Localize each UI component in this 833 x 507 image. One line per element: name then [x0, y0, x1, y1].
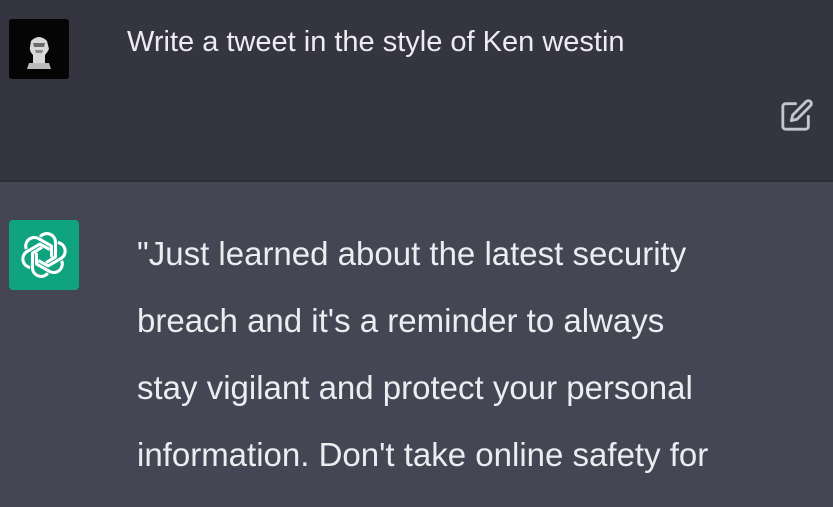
edit-message-button[interactable]	[778, 96, 816, 134]
user-avatar	[9, 19, 69, 79]
assistant-message: "Just learned about the latest security …	[0, 182, 833, 507]
response-line: "Just learned about the latest security	[137, 235, 687, 272]
response-line: information. Don't take online safety fo…	[137, 436, 709, 473]
user-prompt-text: Write a tweet in the style of Ken westin	[127, 26, 625, 58]
response-line: stay vigilant and protect your personal	[137, 369, 693, 406]
user-portrait-icon	[9, 19, 69, 79]
assistant-avatar	[9, 220, 79, 290]
response-line: breach and it's a reminder to always	[137, 302, 665, 339]
openai-logo-icon	[21, 232, 67, 278]
edit-icon	[781, 99, 813, 131]
user-message: Write a tweet in the style of Ken westin	[0, 0, 833, 182]
assistant-response-text: "Just learned about the latest security …	[137, 220, 827, 488]
